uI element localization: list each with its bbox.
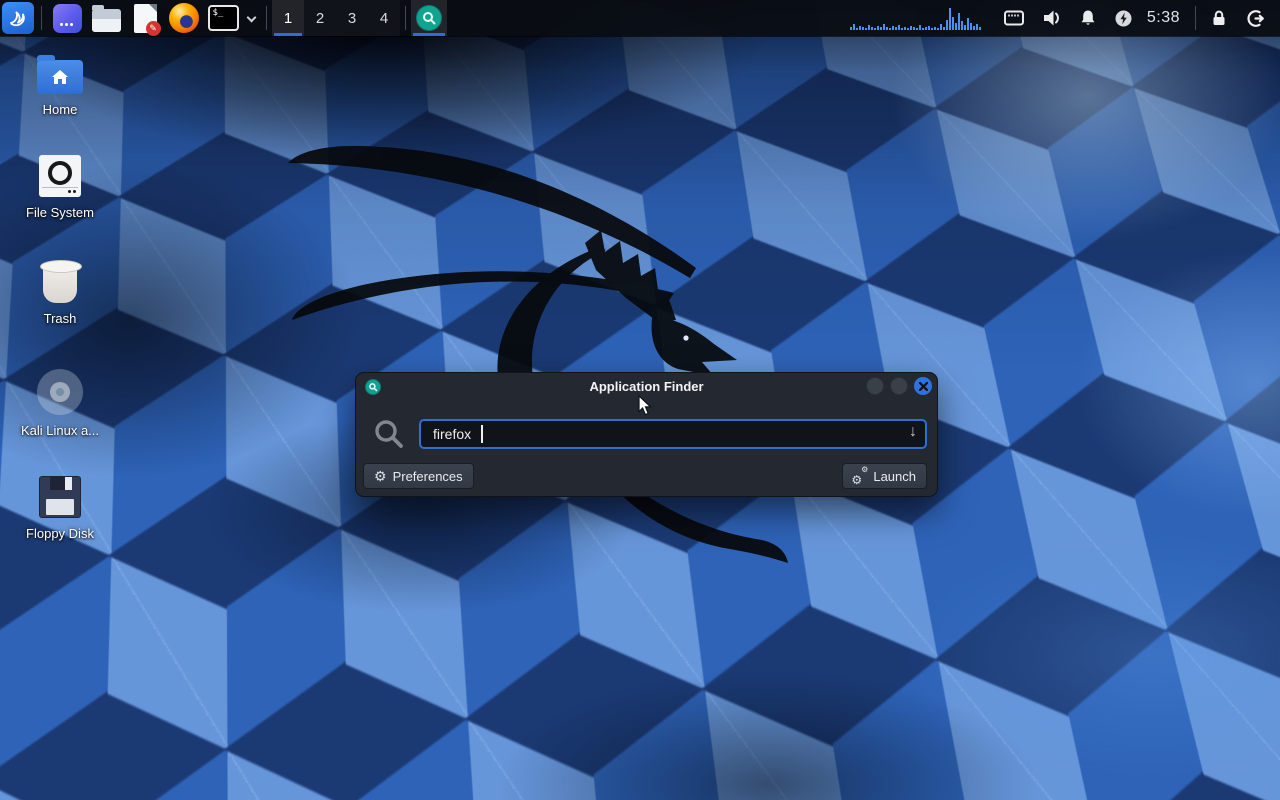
terminal-prompt-glyph: $_ — [213, 8, 224, 18]
workspace-2-button[interactable]: 2 — [304, 0, 336, 36]
display-icon[interactable] — [1003, 8, 1025, 28]
terminal-purple-icon — [53, 4, 82, 33]
desktop-icon-label: Kali Linux a... — [21, 423, 99, 438]
lock-icon[interactable] — [1209, 8, 1229, 28]
mouse-cursor — [638, 395, 654, 417]
workspace-label: 4 — [380, 10, 388, 27]
desktop-icon-floppy-disk[interactable]: Floppy Disk — [10, 476, 110, 541]
volume-icon[interactable] — [1041, 8, 1062, 28]
clock[interactable]: 5:38 — [1147, 9, 1180, 27]
launcher-text-editor[interactable]: ✎ — [129, 2, 161, 34]
top-panel: ✎ $_ 1 2 3 4 — [0, 0, 1280, 36]
file-manager-icon — [92, 9, 121, 32]
panel-separator — [266, 6, 267, 30]
workspace-label: 2 — [316, 10, 324, 27]
workspace-3-button[interactable]: 3 — [336, 0, 368, 36]
application-finder-window: Application Finder ↓ ⚙ Preferences ⚙⚙ La… — [355, 372, 938, 497]
desktop-icon-label: Trash — [44, 311, 77, 326]
desktop-icon-label: File System — [26, 205, 94, 220]
search-field-wrap: ↓ — [419, 419, 927, 449]
preferences-button[interactable]: ⚙ Preferences — [363, 463, 474, 489]
minimize-button[interactable] — [866, 377, 884, 395]
maximize-button[interactable] — [890, 377, 908, 395]
arrow-down-icon[interactable]: ↓ — [909, 423, 917, 441]
launcher-file-manager[interactable] — [90, 2, 122, 34]
black-terminal-icon: $_ — [208, 5, 239, 31]
applications-menu-button[interactable] — [2, 2, 34, 34]
floppy-disk-icon — [39, 476, 81, 518]
text-caret — [481, 425, 483, 443]
logout-icon[interactable] — [1245, 8, 1266, 29]
close-icon — [919, 382, 928, 391]
appfinder-icon — [416, 5, 442, 31]
text-editor-icon: ✎ — [134, 4, 157, 33]
kali-menu-icon — [7, 7, 29, 29]
workspace-1-button[interactable]: 1 — [272, 0, 304, 36]
power-icon[interactable] — [1114, 9, 1133, 28]
desktop-icon-kali-disc[interactable]: Kali Linux a... — [10, 369, 110, 438]
file-system-drive-icon — [39, 155, 81, 197]
launcher-web-browser[interactable] — [168, 2, 200, 34]
launch-button-label: Launch — [873, 469, 916, 484]
launcher-bar: ✎ $_ — [47, 2, 261, 34]
firefox-icon — [169, 3, 199, 33]
desktop-icon-trash[interactable]: Trash — [10, 260, 110, 326]
notifications-icon[interactable] — [1078, 8, 1098, 28]
trash-icon — [43, 265, 77, 303]
launcher-dropdown-chevron-icon[interactable] — [247, 12, 257, 22]
window-title: Application Finder — [356, 379, 937, 394]
desktop-icon-label: Home — [43, 102, 78, 117]
panel-status-area: 5:38 — [850, 0, 1280, 36]
launcher-terminal[interactable]: $_ — [207, 2, 239, 34]
desktop-icon-home[interactable]: Home — [10, 52, 110, 117]
search-input[interactable] — [419, 419, 927, 449]
preferences-button-label: Preferences — [393, 469, 463, 484]
desktop-icon-file-system[interactable]: File System — [10, 155, 110, 220]
search-icon — [373, 418, 405, 455]
desktop-icon-label: Floppy Disk — [26, 526, 94, 541]
gear-icon: ⚙ — [374, 469, 387, 483]
launch-gears-icon: ⚙⚙ — [853, 469, 867, 483]
appfinder-taskbar-button[interactable] — [411, 0, 447, 36]
panel-separator — [405, 6, 406, 30]
home-folder-icon — [37, 60, 83, 94]
cpu-graph[interactable] — [850, 6, 981, 30]
panel-separator — [1195, 6, 1196, 30]
edit-badge-icon: ✎ — [146, 21, 161, 36]
kali-disc-icon — [37, 369, 83, 415]
workspace-4-button[interactable]: 4 — [368, 0, 400, 36]
workspace-switcher: 1 2 3 4 — [272, 0, 400, 36]
workspace-label: 1 — [284, 10, 292, 27]
panel-separator — [41, 6, 42, 30]
launch-button[interactable]: ⚙⚙ Launch — [842, 463, 927, 489]
launcher-terminal-emulator[interactable] — [51, 2, 83, 34]
close-button[interactable] — [914, 377, 932, 395]
workspace-label: 3 — [348, 10, 356, 27]
